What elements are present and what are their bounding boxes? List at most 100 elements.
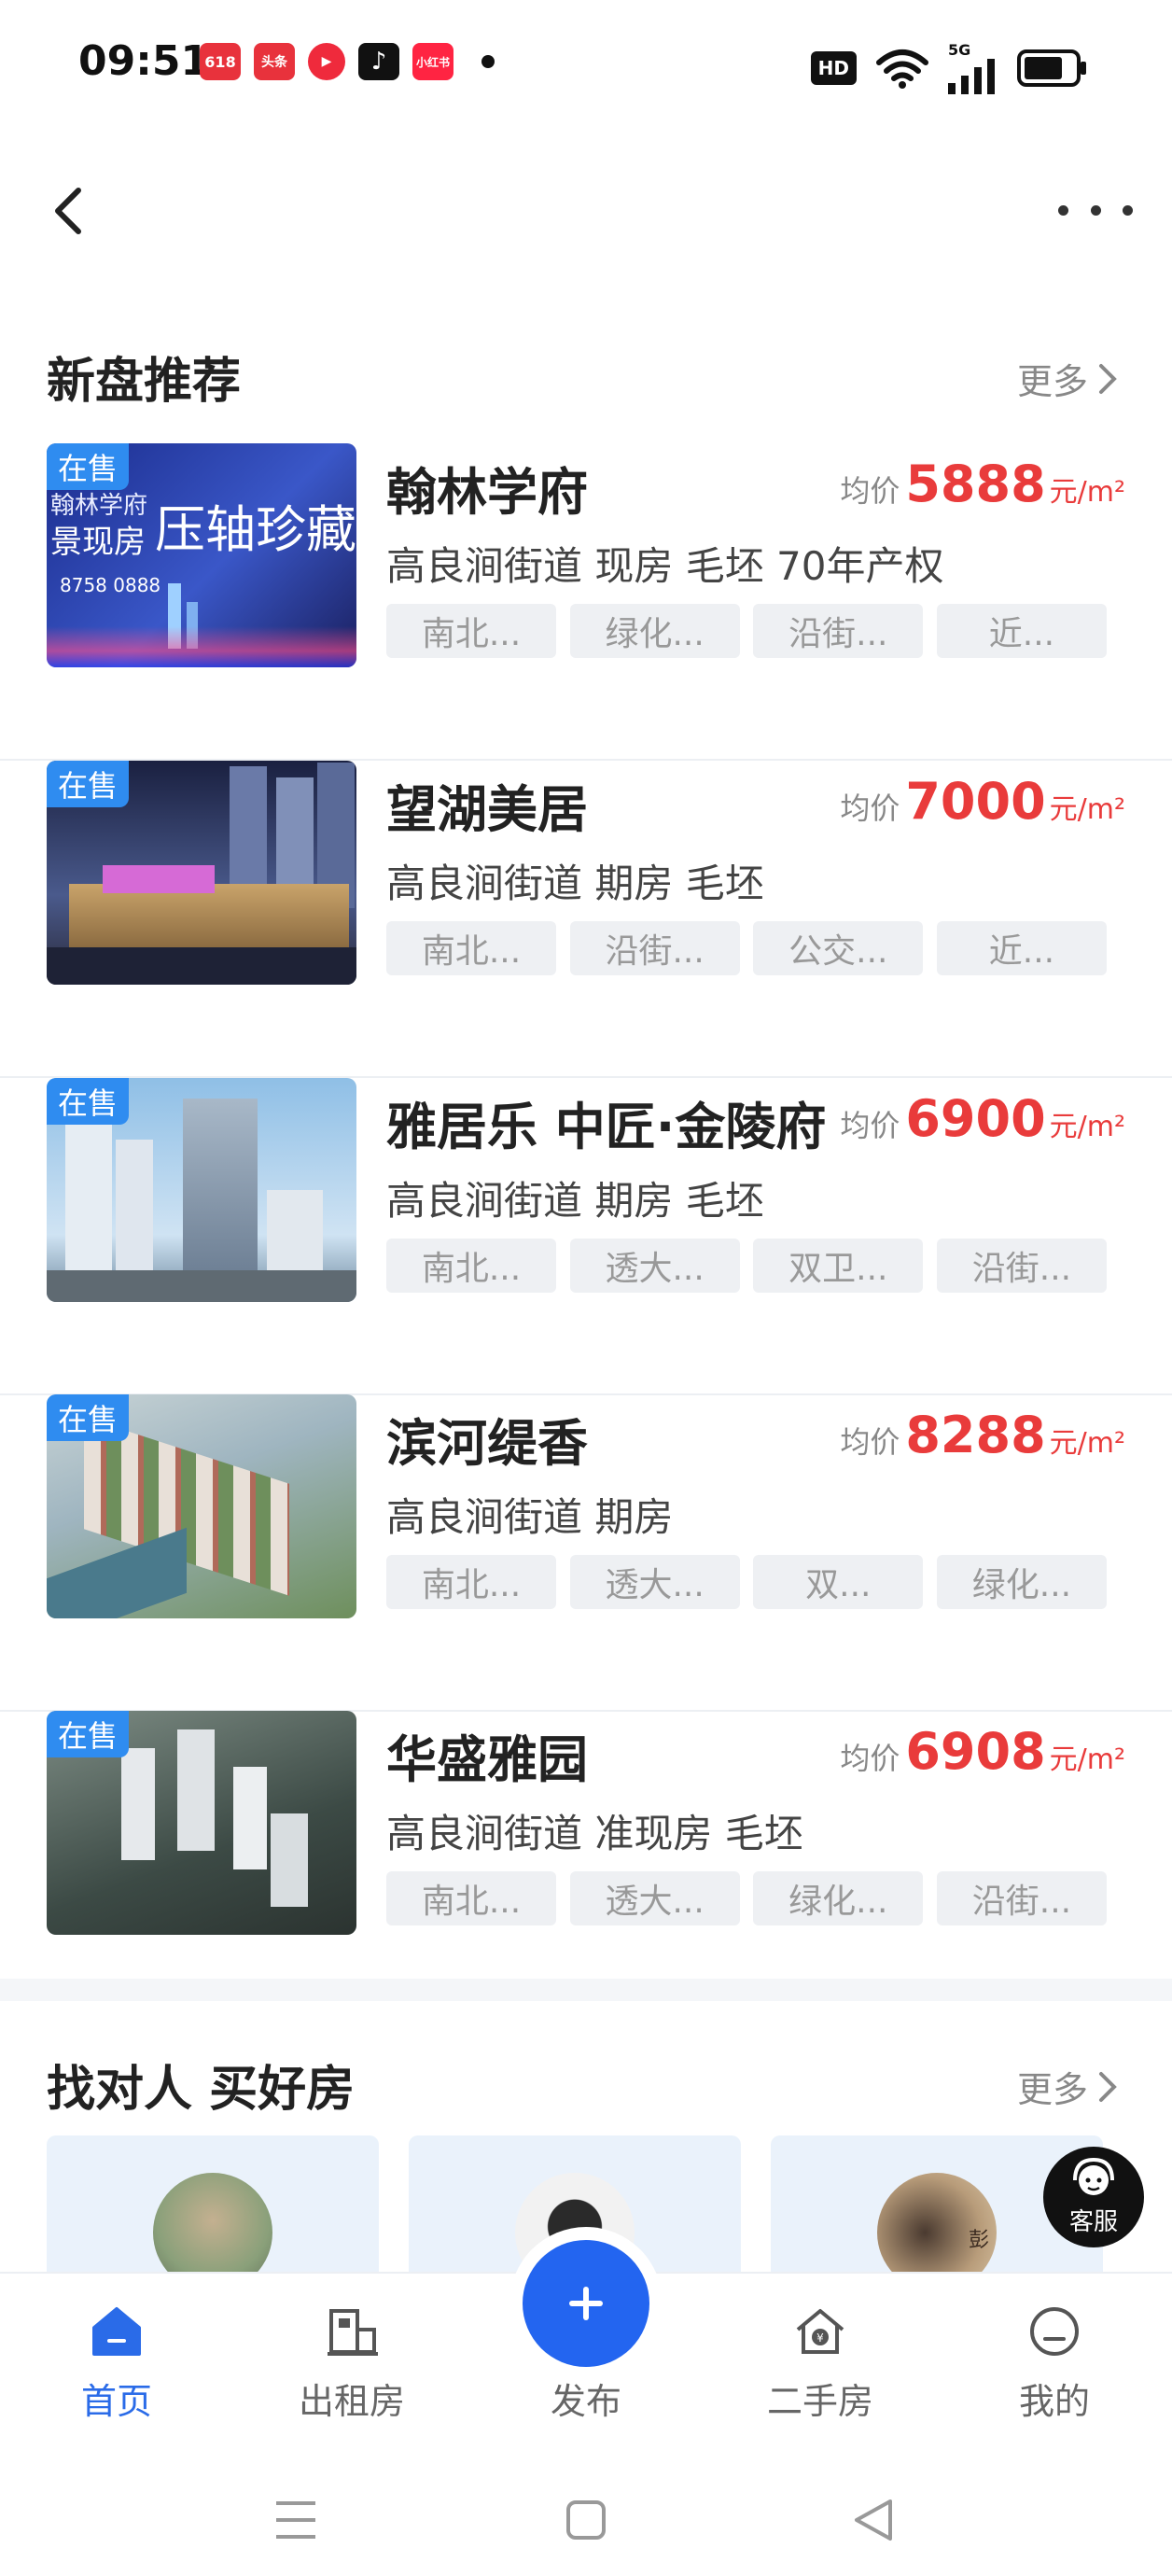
status-time: 09:51 [78,37,210,85]
price-unit: 元/m² [1049,476,1125,509]
billboard [103,865,215,893]
tab-profile[interactable]: 我的 [984,2302,1124,2432]
listing-name: 雅居乐 中匠·金陵府 [386,1098,827,1156]
rent-house-icon [328,2309,378,2356]
chevron-right-icon [1099,2071,1117,2102]
feature-tag: 绿化... [753,1871,924,1925]
thumb-ad-text: 压轴珍藏 [155,500,356,559]
agents-more-link[interactable]: 更多 [1017,2061,1118,2112]
listing-card[interactable]: 在售 雅居乐 中匠·金陵府 均价 6900 元/m² 高良涧街道 期房 毛坯 南… [0,1078,1172,1395]
publish-button[interactable] [523,2240,649,2367]
thumb-ad-text: 8758 0888 [60,574,161,596]
tower-shape [121,1748,155,1860]
hd-badge: HD [810,50,857,85]
new-listings-header: 新盘推荐 更多 [0,332,1172,410]
chevron-right-icon [1099,363,1117,394]
feature-tag: 公交... [753,921,924,975]
agents-header: 找对人 买好房 更多 [0,2040,1172,2118]
home-square-icon[interactable] [565,2499,607,2541]
feature-tag: 透大... [569,1239,740,1293]
thumb-glow [47,626,356,667]
listing-price: 均价 7000 元/m² [840,772,1125,831]
price-label: 均价 [840,1424,900,1460]
on-sale-badge: 在售 [47,443,130,490]
support-agent-icon [1073,2157,1114,2195]
price-unit: 元/m² [1049,1111,1125,1143]
listing-description: 高良涧街道 期房 毛坯 [386,1178,764,1224]
listing-description: 高良涧街道 准现房 毛坯 [386,1811,803,1856]
back-button[interactable] [41,177,106,243]
more-dot-icon [1090,204,1101,216]
feature-tag: 南北... [386,1555,556,1609]
listing-card[interactable]: 在售 望湖美居 均价 7000 元/m² 高良涧街道 期房 毛坯 南北... 沿… [0,761,1172,1078]
tower-shape [177,1729,215,1851]
agent-card[interactable] [47,2135,379,2274]
feature-tag: 南北... [386,921,556,975]
price-value: 7000 [905,772,1046,831]
home-icon [92,2307,141,2356]
tab-label: 我的 [1018,2381,1090,2422]
on-sale-badge: 在售 [47,1394,130,1441]
listing-thumbnail: 在售 [47,761,356,985]
more-label: 更多 [1016,361,1088,402]
system-navigation-bar [0,2464,1172,2576]
on-sale-badge: 在售 [47,1078,130,1125]
listing-tags: 南北... 透大... 绿化... 沿街... [386,1871,1107,1925]
wifi-icon [876,49,928,89]
top-nav [0,168,1172,252]
listing-card[interactable]: 在售 滨河缇香 均价 8288 元/m² 高良涧街道 期房 南北... 透大..… [0,1394,1172,1712]
customer-service-button[interactable]: 客服 [1043,2147,1144,2247]
listing-name: 望湖美居 [386,780,588,839]
tab-label: 二手房 [766,2381,873,2422]
price-value: 6900 [905,1089,1046,1148]
listing-tags: 南北... 沿街... 公交... 近... [386,921,1107,975]
feature-tag: 沿街... [569,921,740,975]
commercial-building [69,884,349,949]
network-type: 5G [948,41,971,59]
listing-description: 高良涧街道 期房 [386,1494,674,1540]
listing-name: 滨河缇香 [386,1414,588,1473]
feature-tag: 绿化... [936,1555,1107,1609]
price-label: 均价 [840,1108,900,1143]
more-dot-icon [1058,204,1068,216]
tab-home[interactable]: 首页 [47,2302,187,2432]
tab-rent[interactable]: 出租房 [282,2302,422,2432]
section-title: 新盘推荐 [47,354,242,410]
tab-publish[interactable]: 发布 [516,2240,656,2432]
more-options-button[interactable] [1058,177,1133,243]
listing-tags: 南北... 透大... 双... 绿化... [386,1555,1107,1609]
profile-icon [1030,2307,1079,2356]
price-unit: 元/m² [1049,1427,1125,1460]
street [47,1270,356,1302]
second-hand-house-icon: ¥ [796,2309,844,2354]
feature-tag: 南北... [386,604,556,658]
price-label: 均价 [840,791,900,826]
video-play-icon: ▶ [308,43,345,80]
avatar: 彭 [877,2173,997,2274]
new-listings-more-link[interactable]: 更多 [1017,353,1118,404]
svg-text:¥: ¥ [816,2331,824,2345]
customer-service-label: 客服 [1068,2207,1118,2236]
feature-tag: 透大... [569,1555,740,1609]
avatar-badge-text: 彭 [968,2229,989,2252]
listing-price: 均价 8288 元/m² [840,1406,1125,1464]
menu-icon[interactable] [274,2499,317,2541]
cell-signal-icon [948,59,995,94]
section-divider [0,1979,1172,2001]
listing-tags: 南北... 透大... 双卫... 沿街... [386,1239,1107,1293]
bottom-tab-bar: 首页 出租房 发布 ¥ 二手房 我的 [0,2240,1172,2464]
tab-second-hand[interactable]: ¥ 二手房 [750,2302,890,2432]
listing-tags: 南北... 绿化... 沿街... 近... [386,604,1107,658]
back-triangle-icon[interactable] [853,2498,894,2542]
feature-tag: 双卫... [753,1239,924,1293]
listing-thumbnail: 在售 [47,1078,356,1302]
feature-tag: 沿街... [936,1239,1107,1293]
tower-shape [233,1767,267,1869]
listing-thumbnail: 翰林学府 景现房 压轴珍藏 8758 0888 在售 [47,443,356,667]
feature-tag: 沿街... [936,1871,1107,1925]
avatar [153,2173,272,2274]
price-unit: 元/m² [1049,1743,1125,1776]
street [47,947,356,985]
listing-card[interactable]: 翰林学府 景现房 压轴珍藏 8758 0888 在售 翰林学府 均价 5888 … [0,443,1172,761]
price-value: 6908 [905,1722,1046,1781]
